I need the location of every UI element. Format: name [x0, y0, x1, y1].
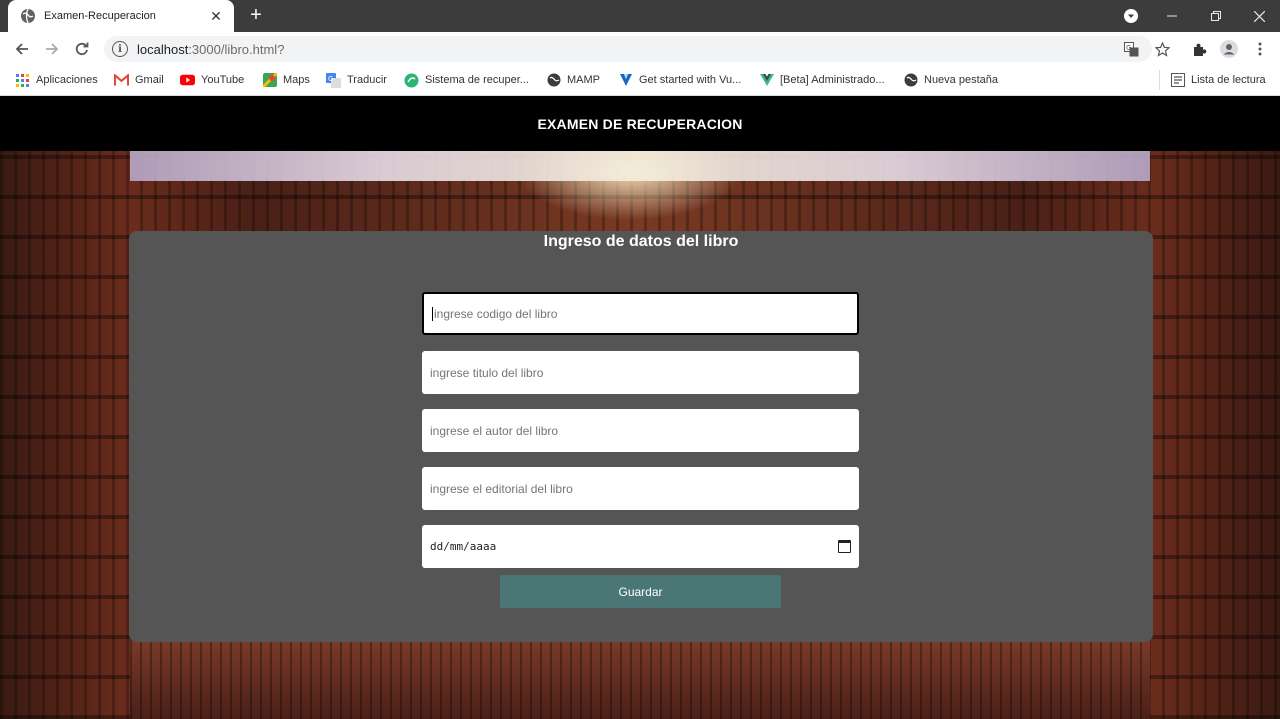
- globe-icon: [546, 73, 561, 88]
- site-info-icon[interactable]: i: [112, 41, 128, 57]
- reading-list-button[interactable]: Lista de lectura: [1170, 71, 1266, 89]
- extensions-icon[interactable]: [1190, 40, 1208, 58]
- bookmark-gmail[interactable]: Gmail: [114, 71, 164, 89]
- text-caret: [432, 306, 433, 321]
- bookmarks-divider: [1159, 70, 1160, 90]
- bookmark-label: [Beta] Administrado...: [780, 74, 885, 86]
- codigo-placeholder: ingrese codigo del libro: [434, 306, 558, 321]
- bookmark-label: Aplicaciones: [36, 74, 98, 86]
- tab-title: Examen-Recuperacion: [44, 10, 156, 22]
- editorial-placeholder: ingrese el editorial del libro: [430, 481, 573, 496]
- browser-menu-icon[interactable]: [1251, 40, 1269, 58]
- svg-text:G: G: [328, 75, 333, 83]
- vue-icon: [759, 73, 774, 88]
- forward-icon[interactable]: [39, 36, 65, 62]
- app-icon: [404, 73, 419, 88]
- book-form-card: Ingreso de datos del libro ingrese codig…: [129, 231, 1153, 642]
- close-window-icon[interactable]: [1244, 0, 1274, 32]
- restore-icon[interactable]: [1201, 0, 1231, 32]
- url-host: localhost: [137, 41, 189, 57]
- maps-icon: [262, 73, 277, 88]
- bookmark-nueva-pestana[interactable]: Nueva pestaña: [903, 71, 998, 89]
- web-page: EXAMEN DE RECUPERACION Ingreso de datos …: [0, 96, 1280, 719]
- browser-toolbar: i localhost:3000/libro.html?: [0, 32, 1280, 65]
- library-ceiling: [130, 151, 1150, 181]
- bookmark-label: Gmail: [135, 74, 164, 86]
- svg-text:G: G: [1126, 44, 1131, 52]
- bookmark-apps[interactable]: Aplicaciones: [15, 71, 98, 89]
- bookmark-label: MAMP: [567, 74, 600, 86]
- bookmark-label: Nueva pestaña: [924, 74, 998, 86]
- bookmarks-bar: Aplicaciones Gmail YouTube Maps G Traduc…: [0, 65, 1280, 96]
- back-icon[interactable]: [9, 36, 35, 62]
- fecha-date-input[interactable]: dd/mm/aaaa: [422, 525, 859, 568]
- new-tab-button[interactable]: +: [244, 3, 268, 27]
- tab-strip: Examen-Recuperacion ✕ +: [0, 0, 1280, 32]
- save-button[interactable]: Guardar: [500, 575, 781, 608]
- bookmark-sistema[interactable]: Sistema de recuper...: [404, 71, 529, 89]
- bookmark-traducir[interactable]: G Traducir: [326, 71, 387, 89]
- bookmark-star-icon[interactable]: [1153, 40, 1171, 58]
- calendar-icon[interactable]: [838, 540, 851, 553]
- bookmark-label: Get started with Vu...: [639, 74, 742, 86]
- bookmark-maps[interactable]: Maps: [262, 71, 310, 89]
- url-path: :3000/libro.html?: [188, 41, 285, 57]
- editorial-input[interactable]: ingrese el editorial del libro: [422, 467, 859, 510]
- browser-tab[interactable]: Examen-Recuperacion ✕: [8, 0, 234, 32]
- reading-list-label: Lista de lectura: [1191, 74, 1266, 86]
- autor-placeholder: ingrese el autor del libro: [430, 423, 559, 438]
- bookmark-beta-admin[interactable]: [Beta] Administrado...: [759, 71, 885, 89]
- close-tab-icon[interactable]: ✕: [208, 8, 224, 25]
- translate-page-icon[interactable]: G: [1122, 40, 1140, 58]
- translate-icon: G: [326, 72, 341, 88]
- reload-icon[interactable]: [69, 36, 95, 62]
- profile-menu-icon[interactable]: [1120, 0, 1142, 32]
- bookmark-label: YouTube: [201, 74, 245, 86]
- bookmark-vuetify[interactable]: Get started with Vu...: [618, 71, 741, 89]
- bookmark-youtube[interactable]: YouTube: [180, 71, 244, 89]
- bookmark-mamp[interactable]: MAMP: [546, 71, 600, 89]
- bookmark-label: Traducir: [347, 74, 387, 86]
- reading-list-icon: [1170, 73, 1185, 88]
- titulo-placeholder: ingrese titulo del libro: [430, 365, 544, 380]
- autor-input[interactable]: ingrese el autor del libro: [422, 409, 859, 452]
- minimize-icon[interactable]: [1157, 0, 1187, 32]
- youtube-icon: [180, 73, 195, 88]
- account-avatar-icon[interactable]: [1219, 40, 1239, 58]
- gmail-icon: [114, 73, 129, 88]
- codigo-input[interactable]: ingrese codigo del libro: [422, 292, 859, 335]
- apps-grid-icon: [15, 73, 30, 88]
- fecha-placeholder: dd/mm/aaaa: [430, 540, 497, 553]
- site-header: EXAMEN DE RECUPERACION: [0, 96, 1280, 151]
- titulo-input[interactable]: ingrese titulo del libro: [422, 351, 859, 394]
- form-title: Ingreso de datos del libro: [543, 233, 739, 250]
- bookmark-label: Maps: [283, 74, 310, 86]
- globe-icon: [903, 73, 918, 88]
- globe-icon: [21, 8, 35, 24]
- vuetify-icon: [618, 73, 633, 88]
- address-bar[interactable]: i localhost:3000/libro.html?: [104, 36, 1152, 62]
- bookmark-label: Sistema de recuper...: [425, 74, 529, 86]
- site-title: EXAMEN DE RECUPERACION: [537, 115, 743, 132]
- library-background-image: Ingreso de datos del libro ingrese codig…: [0, 151, 1280, 719]
